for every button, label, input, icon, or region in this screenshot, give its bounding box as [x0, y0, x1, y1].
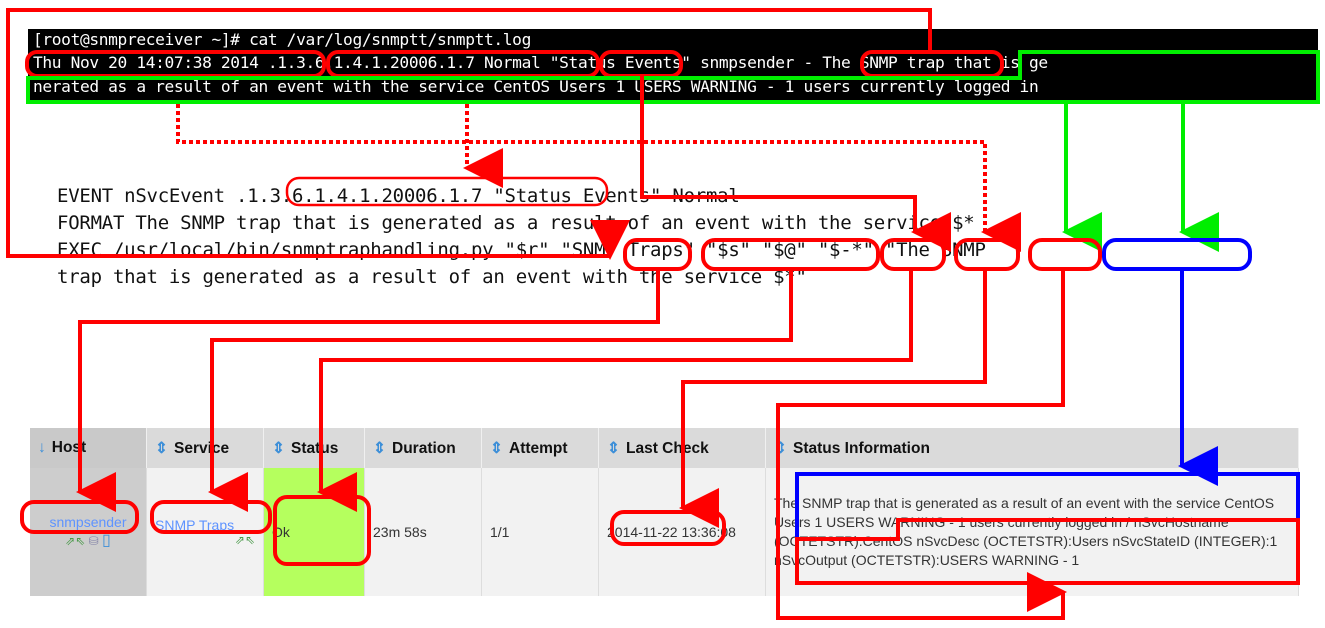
terminal-log-line-2: nerated as a result of an event with the…: [33, 77, 1039, 96]
config-exec-line-cont: trap that is generated as a result of an…: [57, 266, 807, 288]
sort-icon[interactable]: ⇕: [607, 440, 620, 457]
sort-icon[interactable]: ⇕: [373, 440, 386, 457]
sort-icon[interactable]: ⇕: [774, 440, 787, 457]
host-link[interactable]: snmpsender: [49, 514, 126, 530]
sort-icon[interactable]: ⇕: [272, 440, 285, 457]
column-header-service[interactable]: ⇕ Service: [146, 428, 264, 468]
host-cell: snmpsender ⇗⇖ ⛁ ▯: [30, 468, 147, 596]
sort-down-icon[interactable]: ↓: [38, 439, 46, 456]
terminal-log-line-1: Thu Nov 20 14:07:38 2014 .1.3.6.1.4.1.20…: [33, 53, 1048, 72]
column-header-last-check[interactable]: ⇕ Last Check: [598, 428, 766, 468]
passive-check-icon: ⇗⇖: [234, 533, 255, 547]
passive-check-icon: ⇗⇖: [65, 534, 86, 548]
table-row: snmpsender ⇗⇖ ⛁ ▯ SNMP Traps ⇗⇖ Ok 23m 5…: [30, 468, 1299, 596]
service-cell: SNMP Traps ⇗⇖: [146, 468, 264, 596]
column-header-status-information[interactable]: ⇕ Status Information: [765, 428, 1299, 468]
sort-icon[interactable]: ⇕: [490, 440, 503, 457]
column-header-host[interactable]: ↓ Host: [30, 428, 147, 468]
document-icon[interactable]: ▯: [102, 532, 111, 549]
config-format-line: FORMAT The SNMP trap that is generated a…: [57, 212, 975, 234]
status-badge: Ok: [263, 468, 365, 596]
service-link[interactable]: SNMP Traps: [155, 517, 234, 533]
attempt-cell: 1/1: [481, 468, 599, 596]
config-exec-line: EXEC /usr/local/bin/snmptraphandling.py …: [57, 239, 986, 261]
config-event-line: EVENT nSvcEvent .1.3.6.1.4.1.20006.1.7 "…: [57, 185, 740, 207]
column-header-attempt[interactable]: ⇕ Attempt: [481, 428, 599, 468]
service-status-table: ↓ Host ⇕ Service ⇕ Status ⇕ Duration ⇕ Attemp…: [30, 428, 1299, 596]
network-icon[interactable]: ⛁: [89, 534, 99, 548]
duration-cell: 23m 58s: [364, 468, 482, 596]
terminal-prompt-line: [root@snmpreceiver ~]# cat /var/log/snmp…: [33, 30, 531, 49]
status-information-cell: The SNMP trap that is generated as a res…: [765, 468, 1299, 596]
column-header-duration[interactable]: ⇕ Duration: [364, 428, 482, 468]
sort-icon[interactable]: ⇕: [155, 440, 168, 457]
last-check-cell: 2014-11-22 13:36:08: [598, 468, 766, 596]
column-header-status[interactable]: ⇕ Status: [263, 428, 365, 468]
